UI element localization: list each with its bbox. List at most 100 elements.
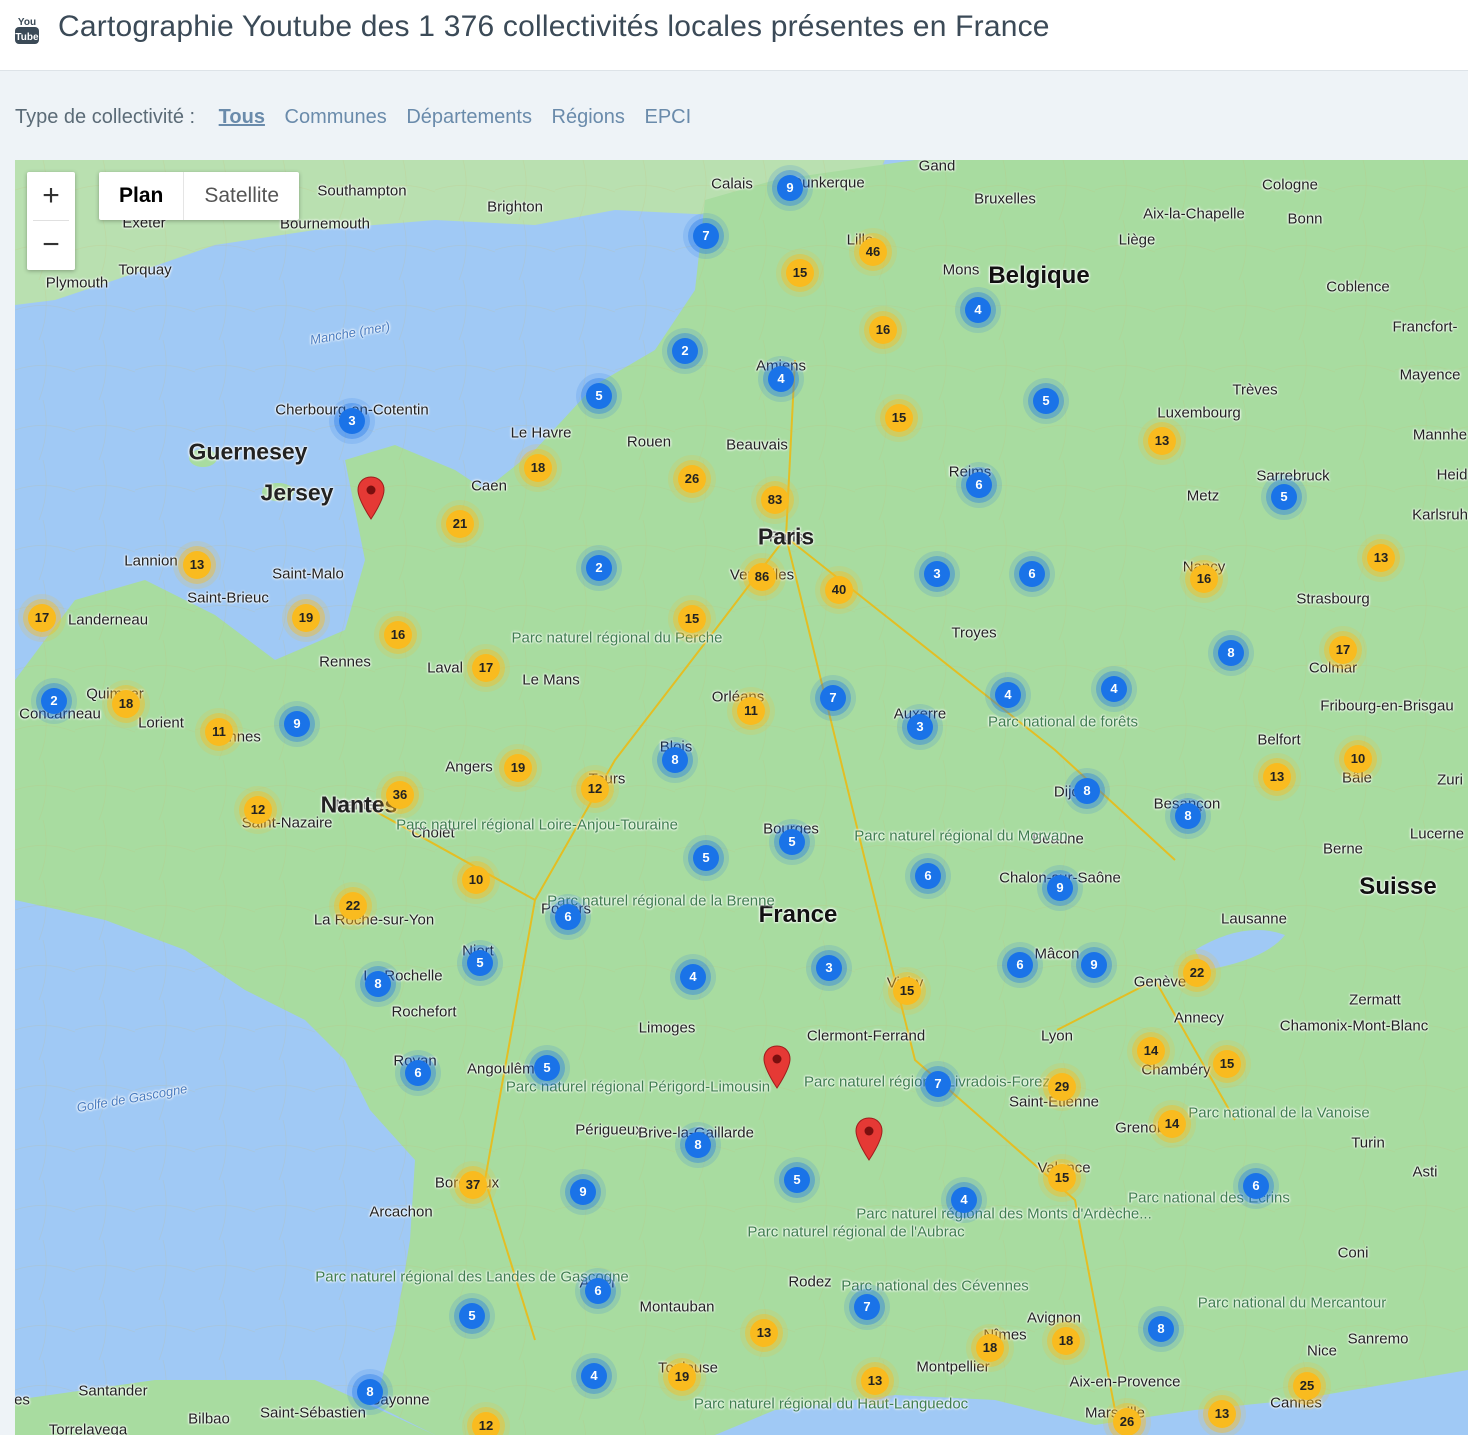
cluster-marker[interactable]: 6: [966, 472, 992, 498]
cluster-marker[interactable]: 16: [1190, 565, 1218, 593]
cluster-marker[interactable]: 18: [112, 690, 140, 718]
cluster-marker[interactable]: 2: [586, 555, 612, 581]
location-pin-icon[interactable]: [763, 1045, 791, 1089]
cluster-marker[interactable]: 7: [854, 1294, 880, 1320]
cluster-marker[interactable]: 6: [915, 863, 941, 889]
cluster-marker[interactable]: 4: [965, 297, 991, 323]
filter-regions[interactable]: Régions: [552, 106, 625, 128]
cluster-marker[interactable]: 7: [693, 223, 719, 249]
cluster-marker[interactable]: 8: [365, 971, 391, 997]
filter-epci[interactable]: EPCI: [644, 106, 691, 128]
cluster-marker[interactable]: 8: [357, 1379, 383, 1405]
cluster-marker[interactable]: 2: [41, 688, 67, 714]
cluster-marker[interactable]: 13: [1148, 427, 1176, 455]
cluster-marker[interactable]: 5: [693, 845, 719, 871]
cluster-marker[interactable]: 15: [1048, 1164, 1076, 1192]
cluster-marker[interactable]: 9: [777, 175, 803, 201]
zoom-in-button[interactable]: +: [27, 172, 75, 220]
cluster-marker[interactable]: 17: [1329, 636, 1357, 664]
cluster-marker[interactable]: 15: [678, 605, 706, 633]
cluster-marker[interactable]: 4: [581, 1363, 607, 1389]
map-type-plan-button[interactable]: Plan: [99, 172, 185, 220]
cluster-marker[interactable]: 37: [459, 1171, 487, 1199]
cluster-marker[interactable]: 8: [1148, 1316, 1174, 1342]
location-pin-icon[interactable]: [855, 1117, 883, 1161]
cluster-marker[interactable]: 13: [861, 1367, 889, 1395]
cluster-marker[interactable]: 8: [685, 1132, 711, 1158]
cluster-marker[interactable]: 15: [885, 404, 913, 432]
cluster-marker[interactable]: 6: [1007, 952, 1033, 978]
cluster-marker[interactable]: 7: [820, 685, 846, 711]
cluster-marker[interactable]: 3: [816, 955, 842, 981]
cluster-marker[interactable]: 9: [284, 711, 310, 737]
cluster-marker[interactable]: 10: [1344, 745, 1372, 773]
cluster-marker[interactable]: 11: [737, 697, 765, 725]
cluster-marker[interactable]: 17: [472, 654, 500, 682]
cluster-marker[interactable]: 5: [586, 383, 612, 409]
cluster-marker[interactable]: 21: [446, 510, 474, 538]
cluster-marker[interactable]: 5: [784, 1167, 810, 1193]
cluster-marker[interactable]: 8: [1175, 803, 1201, 829]
cluster-marker[interactable]: 4: [995, 682, 1021, 708]
cluster-marker[interactable]: 19: [668, 1363, 696, 1391]
cluster-marker[interactable]: 13: [1208, 1400, 1236, 1428]
cluster-marker[interactable]: 26: [1113, 1408, 1141, 1435]
cluster-marker[interactable]: 83: [761, 486, 789, 514]
cluster-marker[interactable]: 8: [1074, 778, 1100, 804]
cluster-marker[interactable]: 22: [339, 892, 367, 920]
cluster-marker[interactable]: 6: [1243, 1173, 1269, 1199]
cluster-marker[interactable]: 19: [292, 604, 320, 632]
cluster-marker[interactable]: 5: [779, 829, 805, 855]
cluster-marker[interactable]: 22: [1183, 959, 1211, 987]
cluster-marker[interactable]: 14: [1158, 1110, 1186, 1138]
cluster-marker[interactable]: 25: [1293, 1372, 1321, 1400]
cluster-marker[interactable]: 10: [462, 866, 490, 894]
cluster-marker[interactable]: 15: [1213, 1050, 1241, 1078]
cluster-marker[interactable]: 3: [924, 561, 950, 587]
cluster-marker[interactable]: 8: [662, 747, 688, 773]
cluster-marker[interactable]: 13: [183, 551, 211, 579]
cluster-marker[interactable]: 6: [405, 1060, 431, 1086]
cluster-marker[interactable]: 9: [570, 1179, 596, 1205]
cluster-marker[interactable]: 6: [585, 1278, 611, 1304]
cluster-marker[interactable]: 15: [786, 259, 814, 287]
cluster-marker[interactable]: 8: [1218, 640, 1244, 666]
cluster-marker[interactable]: 36: [386, 781, 414, 809]
cluster-marker[interactable]: 16: [869, 316, 897, 344]
filter-communes[interactable]: Communes: [285, 106, 387, 128]
cluster-marker[interactable]: 5: [467, 950, 493, 976]
cluster-marker[interactable]: 9: [1047, 875, 1073, 901]
cluster-marker[interactable]: 5: [459, 1303, 485, 1329]
cluster-marker[interactable]: 6: [555, 904, 581, 930]
cluster-marker[interactable]: 86: [748, 563, 776, 591]
cluster-marker[interactable]: 13: [1367, 544, 1395, 572]
cluster-marker[interactable]: 18: [1052, 1327, 1080, 1355]
cluster-marker[interactable]: 15: [893, 977, 921, 1005]
cluster-marker[interactable]: 46: [859, 238, 887, 266]
location-pin-icon[interactable]: [357, 476, 385, 520]
cluster-marker[interactable]: 4: [1101, 676, 1127, 702]
cluster-marker[interactable]: 2: [672, 338, 698, 364]
cluster-marker[interactable]: 40: [825, 576, 853, 604]
cluster-marker[interactable]: 16: [384, 621, 412, 649]
cluster-marker[interactable]: 26: [678, 465, 706, 493]
cluster-marker[interactable]: 4: [680, 964, 706, 990]
cluster-marker[interactable]: 7: [925, 1071, 951, 1097]
cluster-marker[interactable]: 12: [472, 1412, 500, 1435]
cluster-marker[interactable]: 4: [768, 366, 794, 392]
cluster-marker[interactable]: 14: [1137, 1037, 1165, 1065]
cluster-marker[interactable]: 13: [750, 1319, 778, 1347]
cluster-marker[interactable]: 17: [28, 604, 56, 632]
cluster-marker[interactable]: 3: [907, 714, 933, 740]
cluster-marker[interactable]: 3: [339, 408, 365, 434]
zoom-out-button[interactable]: −: [27, 221, 75, 269]
cluster-marker[interactable]: 5: [1033, 388, 1059, 414]
cluster-marker[interactable]: 6: [1019, 561, 1045, 587]
cluster-marker[interactable]: 12: [244, 796, 272, 824]
filter-tous[interactable]: Tous: [219, 106, 265, 128]
cluster-marker[interactable]: 11: [205, 718, 233, 746]
cluster-marker[interactable]: 29: [1048, 1073, 1076, 1101]
cluster-marker[interactable]: 12: [581, 775, 609, 803]
cluster-marker[interactable]: 18: [524, 454, 552, 482]
cluster-marker[interactable]: 18: [976, 1334, 1004, 1362]
